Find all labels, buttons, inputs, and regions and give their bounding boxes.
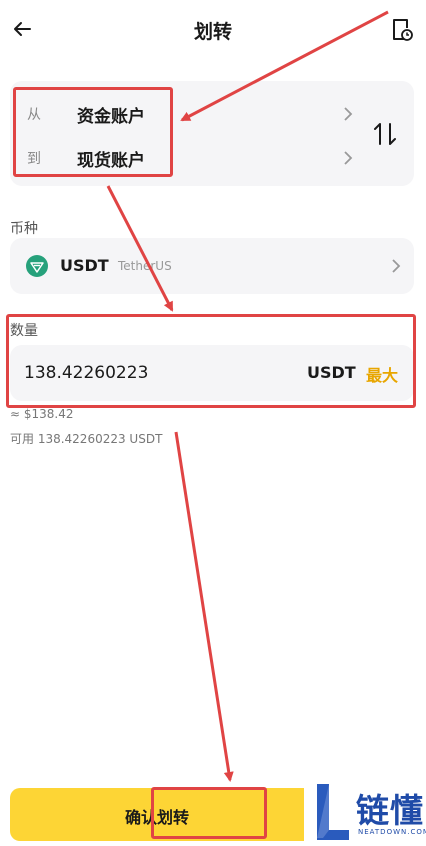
confirm-transfer-button[interactable]: 确认划转 bbox=[10, 788, 304, 841]
chevron-right-icon bbox=[340, 105, 356, 123]
quantity-section-label: 数量 bbox=[10, 323, 38, 339]
to-account-value: 现货账户 bbox=[77, 151, 145, 171]
tether-logo-icon bbox=[26, 255, 48, 277]
coin-section-label: 币种 bbox=[10, 221, 38, 237]
confirm-transfer-label: 确认划转 bbox=[124, 808, 189, 827]
quantity-input-box: 138.42260223 USDT 最大 bbox=[10, 345, 414, 401]
approx-value: ≈ $138.42 bbox=[10, 407, 74, 421]
page-title: 划转 bbox=[193, 21, 232, 43]
top-bar: 划转 bbox=[0, 0, 426, 60]
watermark-l-mark-icon bbox=[314, 780, 352, 842]
coin-selector[interactable]: USDT TetherUS bbox=[10, 238, 414, 294]
coin-full-name: TetherUS bbox=[118, 259, 172, 273]
history-icon[interactable] bbox=[390, 17, 414, 43]
quantity-input[interactable]: 138.42260223 bbox=[24, 363, 148, 383]
from-label: 从 bbox=[27, 107, 41, 123]
to-account-row[interactable]: 到 现货账户 bbox=[10, 137, 380, 177]
swap-accounts-icon[interactable] bbox=[368, 119, 402, 149]
watermark-text: 链懂 bbox=[356, 791, 424, 830]
max-button[interactable]: 最大 bbox=[366, 362, 398, 386]
watermark-logo: 链懂 NEATDOWN.COM bbox=[312, 776, 426, 846]
transfer-accounts-card: 从 资金账户 到 现货账户 bbox=[10, 81, 414, 186]
from-account-value: 资金账户 bbox=[77, 107, 145, 127]
available-balance: 可用 138.42260223 USDT bbox=[10, 432, 163, 446]
chevron-right-icon bbox=[388, 257, 404, 275]
quantity-unit: USDT bbox=[307, 363, 356, 382]
to-label: 到 bbox=[27, 151, 41, 167]
chevron-right-icon bbox=[340, 149, 356, 167]
coin-symbol: USDT bbox=[60, 256, 109, 275]
watermark-subtext: NEATDOWN.COM bbox=[358, 828, 426, 836]
from-account-row[interactable]: 从 资金账户 bbox=[10, 93, 380, 133]
